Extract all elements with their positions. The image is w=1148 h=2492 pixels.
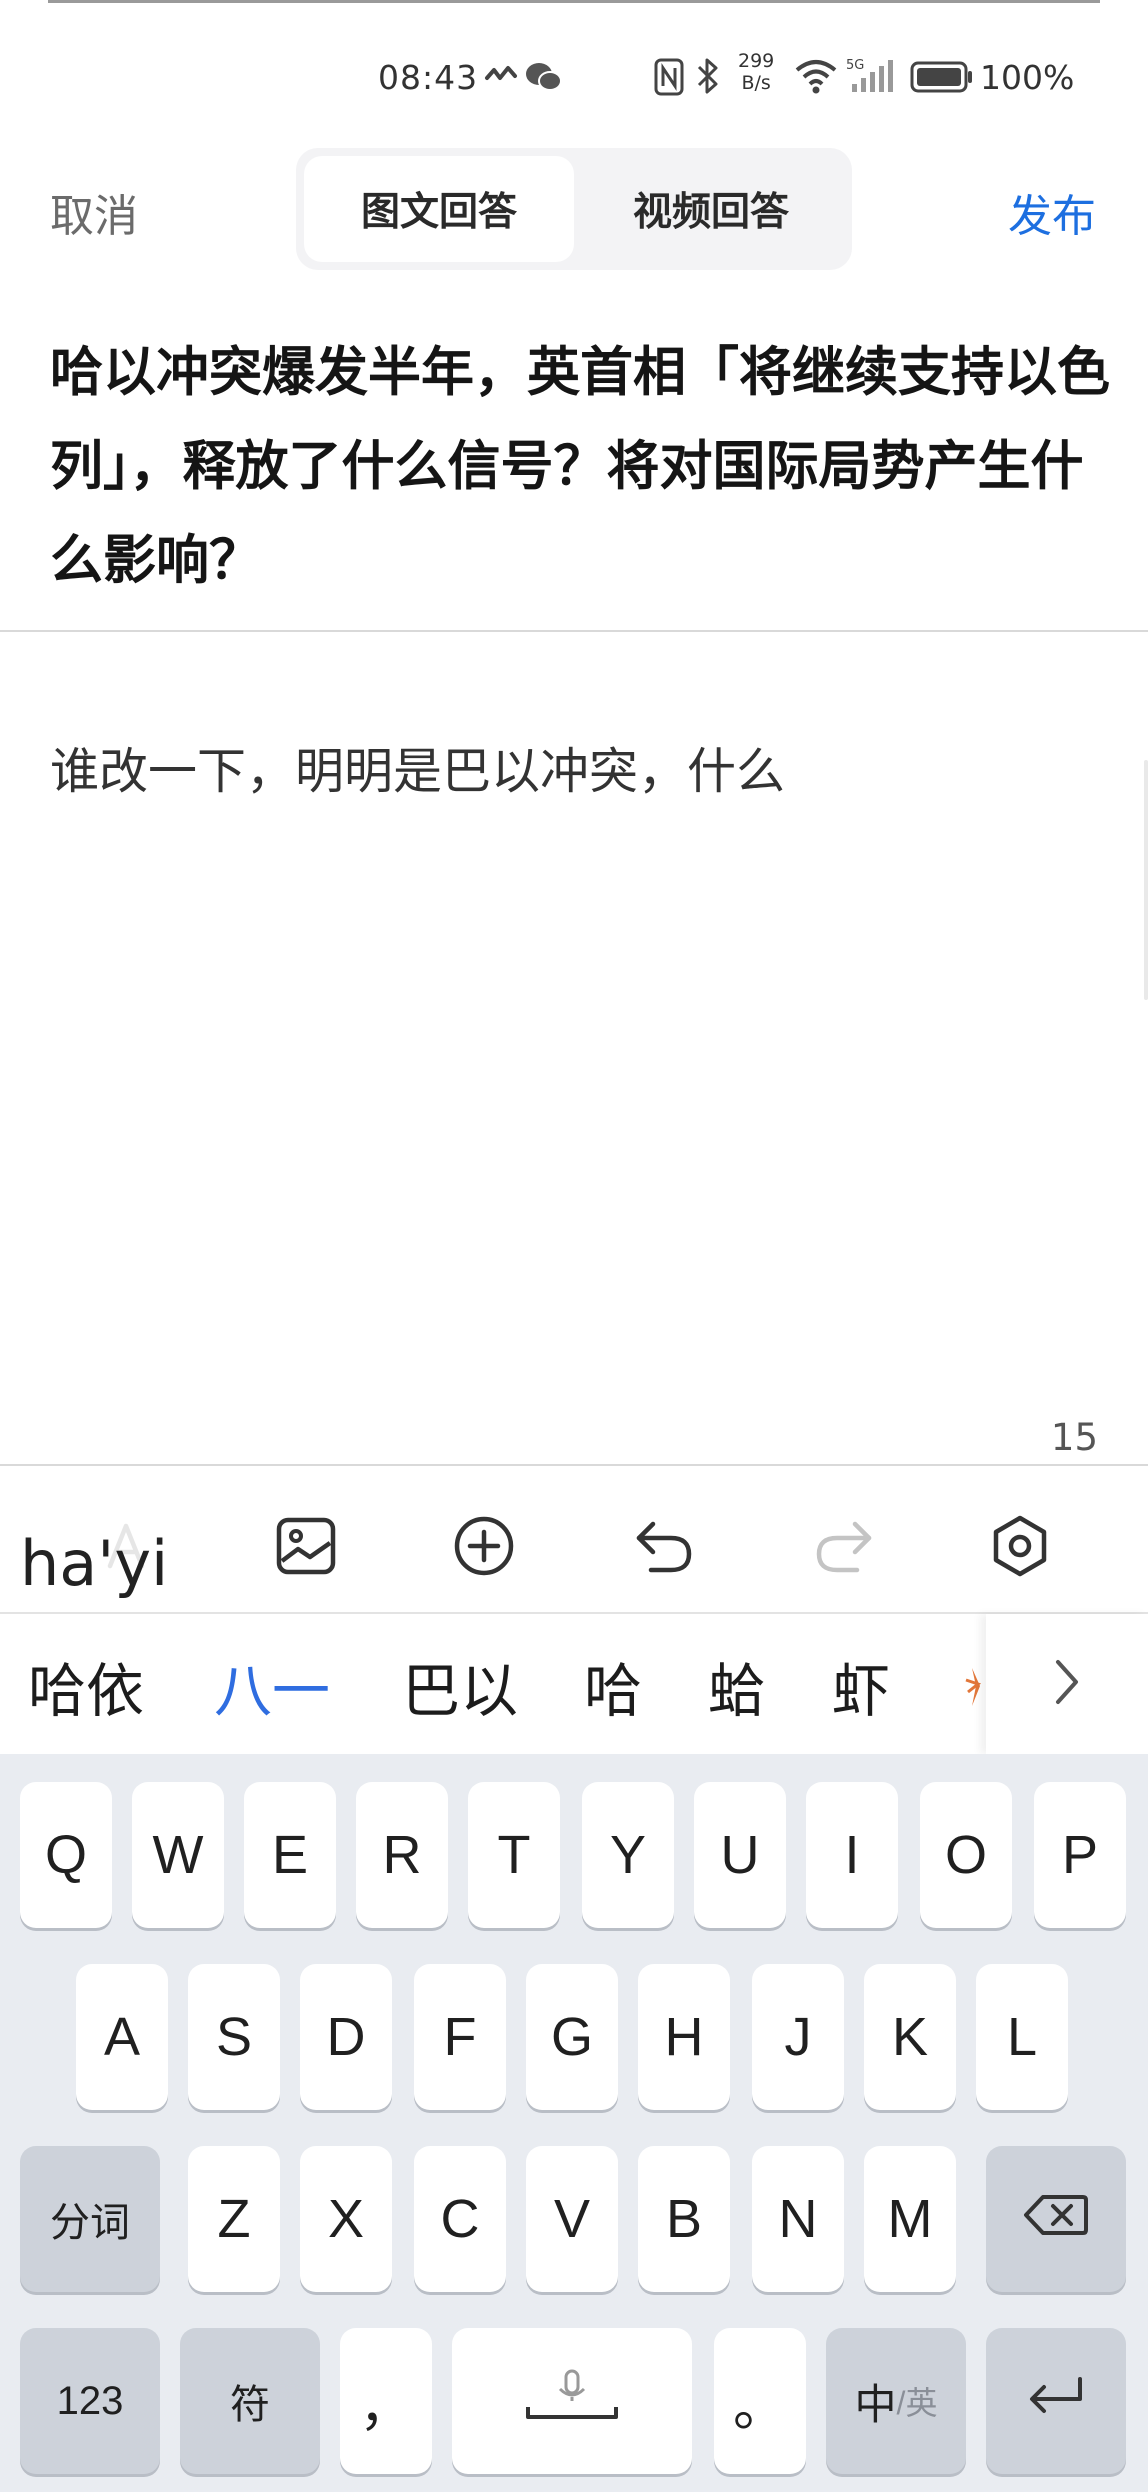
key-i[interactable]: I — [806, 1782, 898, 1928]
key-y[interactable]: Y — [582, 1782, 674, 1928]
bluetooth-icon — [696, 56, 720, 100]
chevron-right-icon — [1052, 1656, 1082, 1712]
key-k[interactable]: K — [864, 1964, 956, 2110]
key-h[interactable]: H — [638, 1964, 730, 2110]
enter-key[interactable] — [986, 2328, 1126, 2474]
symbols-key[interactable]: 符 — [180, 2328, 320, 2474]
cancel-button[interactable]: 取消 — [50, 180, 138, 244]
char-counter: 15 — [1050, 1416, 1098, 1459]
key-u[interactable]: U — [694, 1782, 786, 1928]
language-switch-key[interactable]: 中/英 — [826, 2328, 966, 2474]
key-e[interactable]: E — [244, 1782, 336, 1928]
ime-composing-text: ha'yi — [0, 1522, 178, 1606]
enter-icon — [1026, 2370, 1086, 2432]
editor-header: 取消 图文回答 视频回答 发布 — [0, 148, 1148, 272]
key-j[interactable]: J — [752, 1964, 844, 2110]
candidate[interactable]: 哈依 — [28, 1644, 144, 1728]
emoji-candidate-icon[interactable] — [958, 1662, 986, 1712]
symbols-key-label: 符 — [230, 2383, 270, 2427]
key-g[interactable]: G — [526, 1964, 618, 2110]
numbers-key-label: 123 — [56, 2378, 124, 2423]
microphone-space-icon — [522, 2365, 622, 2438]
network-speed: 299 B/s — [738, 50, 774, 94]
lang-main-label: 中 — [854, 2380, 897, 2428]
key-a[interactable]: A — [76, 1964, 168, 2110]
top-divider — [48, 0, 1100, 3]
answer-input[interactable]: 谁改一下，明明是巴以冲突，什么 — [50, 732, 785, 803]
undo-icon[interactable] — [624, 1506, 704, 1586]
comma-key[interactable]: ， — [340, 2328, 432, 2474]
status-time: 08:43 — [378, 58, 479, 97]
key-t[interactable]: T — [468, 1782, 560, 1928]
backspace-icon — [1023, 2188, 1089, 2250]
status-bar: 08:43 299 B/s 5G 100% — [0, 40, 1148, 116]
question-title: 哈以冲突爆发半年，英首相「将继续支持以色列」，释放了什么信号？将对国际局势产生什… — [50, 342, 1110, 591]
backspace-key[interactable] — [986, 2146, 1126, 2292]
key-l[interactable]: L — [976, 1964, 1068, 2110]
image-icon[interactable] — [266, 1506, 346, 1586]
key-f[interactable]: F — [414, 1964, 506, 2110]
key-q[interactable]: Q — [20, 1782, 112, 1928]
key-z[interactable]: Z — [188, 2146, 280, 2292]
key-o[interactable]: O — [920, 1782, 1012, 1928]
lang-alt-label: /英 — [896, 2385, 938, 2421]
health-icon — [484, 62, 518, 96]
wechat-icon — [524, 60, 564, 98]
tab-text-answer[interactable]: 图文回答 — [304, 156, 574, 262]
period-key[interactable]: 。 — [714, 2328, 806, 2474]
answer-type-switch: 图文回答 视频回答 — [296, 148, 852, 270]
title-divider — [0, 630, 1148, 632]
nfc-icon — [654, 58, 684, 100]
add-circle-icon[interactable] — [444, 1506, 524, 1586]
ime-keyboard: Q W E R T Y U I O P A S D F G H J K L 分词… — [0, 1754, 1148, 2492]
battery-icon — [910, 60, 974, 98]
wifi-icon — [794, 58, 838, 98]
key-w[interactable]: W — [132, 1782, 224, 1928]
battery-percent: 100% — [980, 58, 1075, 97]
publish-button[interactable]: 发布 — [1008, 180, 1096, 244]
svg-text:5G: 5G — [846, 58, 864, 73]
key-d[interactable]: D — [300, 1964, 392, 2110]
expand-candidates-button[interactable] — [986, 1614, 1148, 1754]
ime-candidate-bar: 哈依 八一 巴以 哈 蛤 虾 — [0, 1614, 1148, 1754]
key-c[interactable]: C — [414, 2146, 506, 2292]
key-m[interactable]: M — [864, 2146, 956, 2292]
candidate[interactable]: 巴以 — [402, 1644, 518, 1728]
key-s[interactable]: S — [188, 1964, 280, 2110]
speed-value: 299 — [738, 50, 775, 72]
key-p[interactable]: P — [1034, 1782, 1126, 1928]
candidate-highlighted[interactable]: 八一 — [214, 1644, 330, 1728]
speed-unit: B/s — [741, 72, 771, 94]
candidate[interactable]: 哈 — [584, 1644, 642, 1728]
numbers-key[interactable]: 123 — [20, 2328, 160, 2474]
segment-key-label: 分词 — [50, 2201, 130, 2245]
signal-5g-icon: 5G — [846, 56, 896, 98]
scroll-edge — [1144, 760, 1148, 1000]
redo-icon[interactable] — [804, 1506, 884, 1586]
key-x[interactable]: X — [300, 2146, 392, 2292]
settings-icon[interactable] — [980, 1506, 1060, 1586]
tab-video-answer[interactable]: 视频回答 — [576, 156, 846, 262]
key-r[interactable]: R — [356, 1782, 448, 1928]
candidate[interactable]: 蛤 — [708, 1644, 766, 1728]
space-key[interactable] — [452, 2328, 692, 2474]
key-b[interactable]: B — [638, 2146, 730, 2292]
key-n[interactable]: N — [752, 2146, 844, 2292]
segment-key[interactable]: 分词 — [20, 2146, 160, 2292]
key-v[interactable]: V — [526, 2146, 618, 2292]
candidate[interactable]: 虾 — [832, 1644, 890, 1728]
